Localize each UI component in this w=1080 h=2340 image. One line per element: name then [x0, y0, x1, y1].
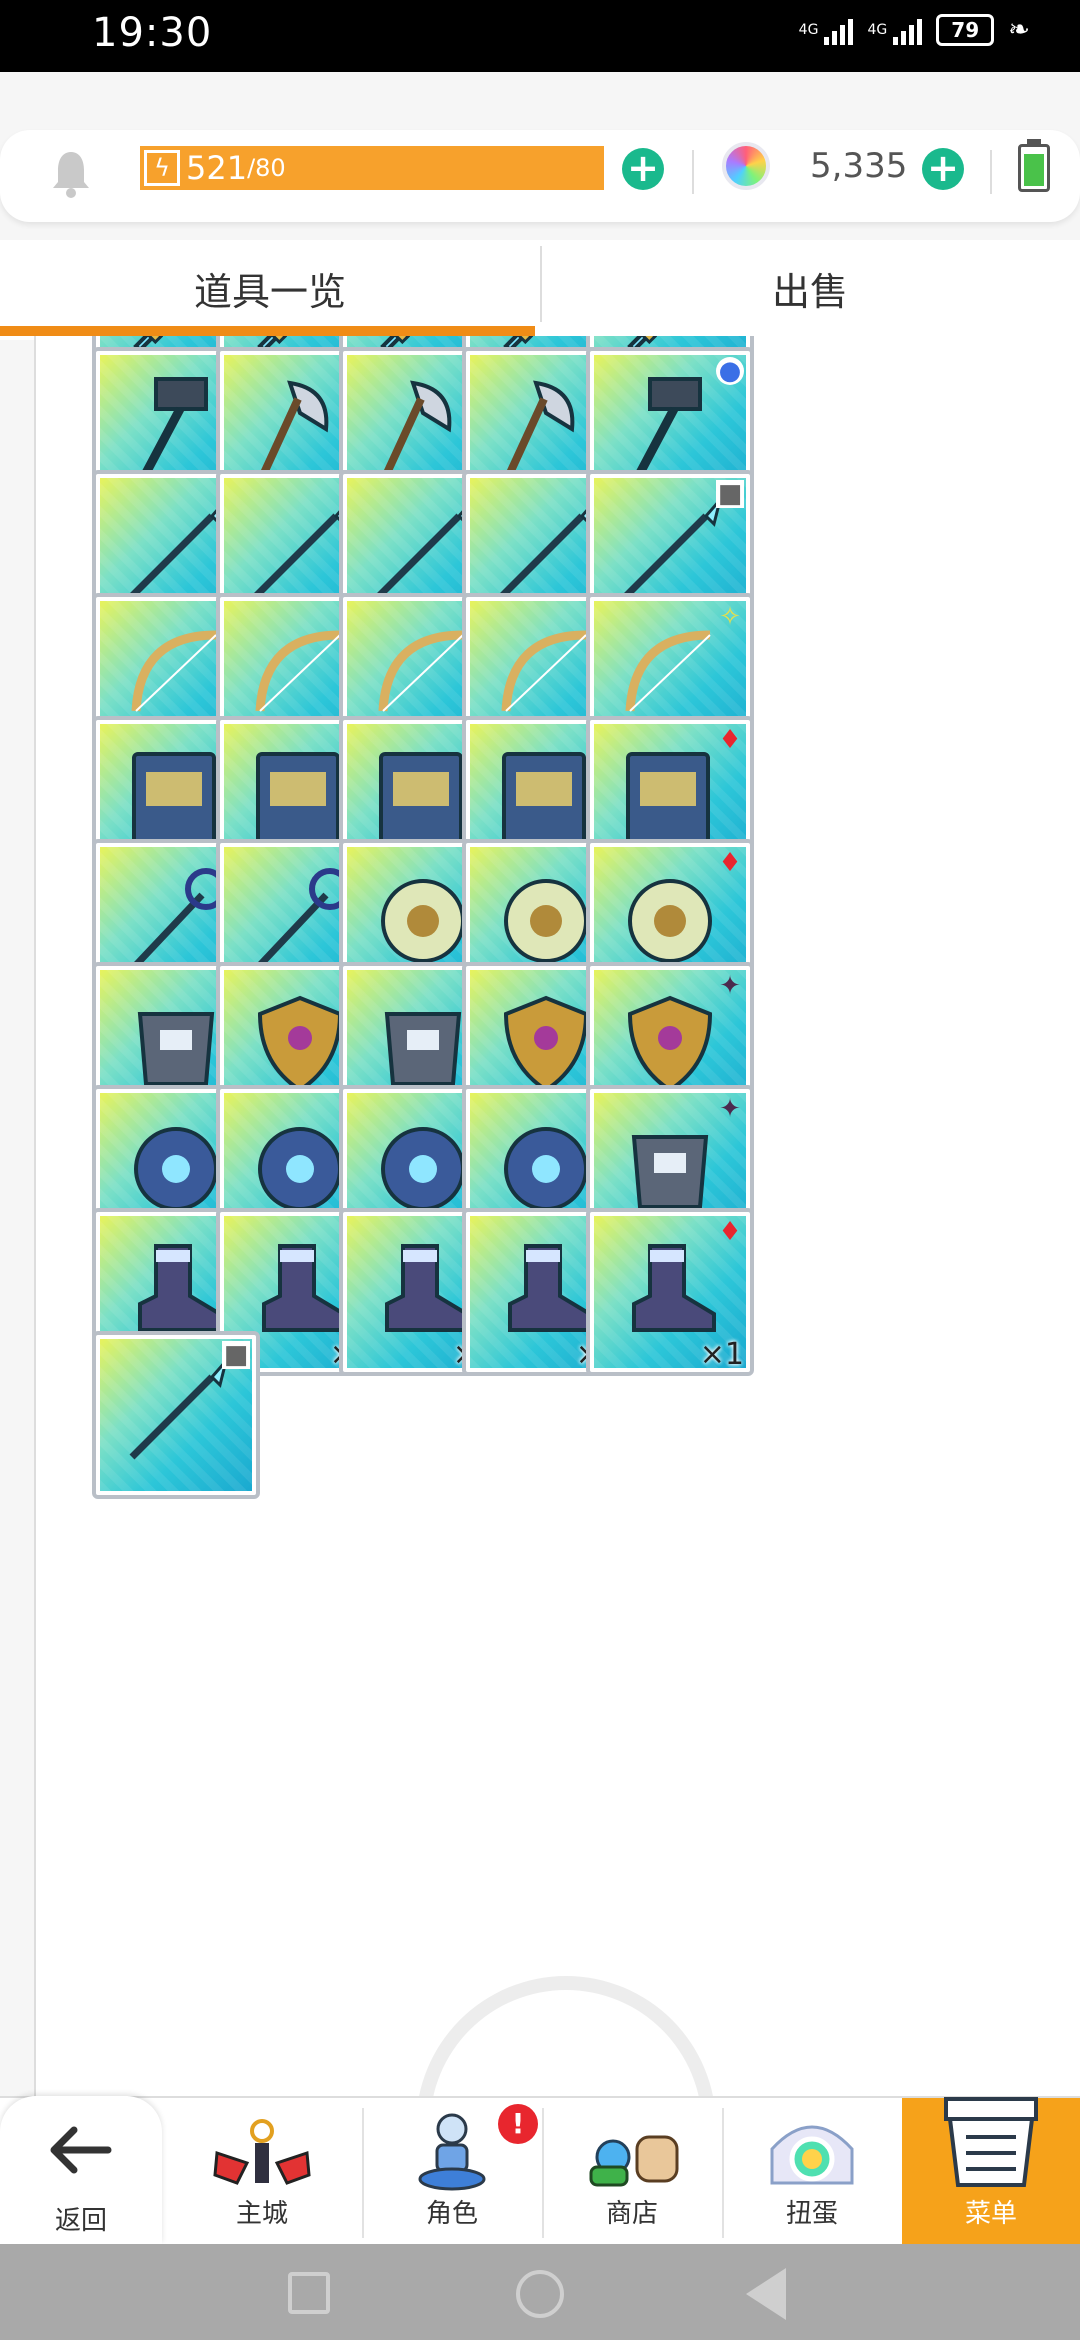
system-nav-bar	[0, 2244, 1080, 2340]
add-stamina-button[interactable]: +	[622, 148, 664, 190]
gem-icon	[722, 142, 770, 190]
nav-shop[interactable]: 商店	[542, 2098, 722, 2246]
rarity-sparkle-icon: ✧	[719, 602, 741, 632]
stamina-current: 521	[186, 149, 248, 187]
item-grid: ×3×4×4×4×4ϟ×2ϟ×4ϟ×4♦×1●×4✦×4●×2ϟ×4●×4■×4…	[34, 336, 1080, 2096]
menu-icon	[944, 2097, 1038, 2187]
tab-bar: 道具一览 出售	[0, 240, 1080, 340]
nav-label: 扭蛋	[785, 2199, 838, 2229]
gacha-icon	[770, 2125, 854, 2185]
bottom-nav: 主城 角色 ! 商店 扭蛋 菜单	[0, 2096, 1080, 2246]
nav-label: 主城	[235, 2199, 288, 2229]
active-tab-indicator	[0, 326, 535, 336]
rarity-square-icon: ■	[222, 1340, 250, 1370]
status-time: 19:30	[92, 10, 213, 56]
tab-sell[interactable]: 出售	[540, 240, 1080, 336]
home-button[interactable]	[516, 2270, 564, 2318]
nav-gacha[interactable]: 扭蛋	[722, 2098, 902, 2246]
rarity-diamond-icon: ♦	[718, 1217, 742, 1247]
signal-label-1: 4G	[798, 22, 819, 38]
battery-icon: 79	[936, 14, 995, 46]
item-slot[interactable]: ■	[92, 1331, 260, 1499]
back-button[interactable]: 返回	[0, 2096, 162, 2244]
notification-badge: !	[498, 2104, 538, 2144]
system-back-button[interactable]	[746, 2268, 786, 2320]
item-slot[interactable]: ♦ ×1	[586, 1208, 754, 1376]
rarity-diamond-icon: ♦	[718, 848, 742, 878]
stamina-bar: ϟ 521 /80	[140, 146, 604, 190]
rarity-star4-icon: ✦	[719, 1094, 741, 1124]
divider	[692, 150, 694, 194]
nav-label: 返回	[54, 2206, 107, 2236]
back-arrow-icon	[50, 2126, 112, 2174]
spear-icon	[129, 1360, 228, 1460]
bell-icon[interactable]	[50, 148, 92, 198]
castle-icon	[213, 2119, 311, 2185]
shop-icon	[589, 2135, 679, 2187]
lightning-icon: ϟ	[144, 150, 180, 186]
background-emblem	[416, 1976, 716, 2096]
signal-icon	[824, 15, 854, 45]
character-icon	[418, 2113, 486, 2191]
rarity-star4-icon: ✦	[719, 971, 741, 1001]
item-count: ×1	[699, 1337, 744, 1372]
battery-level: 79	[951, 18, 980, 42]
rarity-circle-icon: ●	[716, 357, 744, 385]
gem-count: 5,335	[810, 146, 908, 186]
signal-label-2: 4G	[867, 22, 888, 38]
status-icons: 4G 4G 79 ❧	[799, 14, 1030, 46]
nav-label: 菜单	[964, 2199, 1017, 2229]
recents-button[interactable]	[288, 2272, 330, 2314]
rarity-diamond-icon: ♦	[718, 725, 742, 755]
nav-castle[interactable]: 主城	[162, 2098, 362, 2246]
resource-bar: ϟ 521 /80 + 5,335 +	[0, 130, 1080, 222]
stamina-max: /80	[247, 154, 286, 182]
battery-status-icon	[1018, 139, 1050, 192]
status-bar: 19:30 4G 4G 79 ❧	[0, 0, 1080, 72]
boot-icon	[632, 1244, 716, 1332]
tab-item-list[interactable]: 道具一览	[0, 240, 540, 336]
add-gems-button[interactable]: +	[922, 148, 964, 190]
rarity-square-icon: ■	[716, 479, 744, 509]
app-root: 19:30 4G 4G 79 ❧ ϟ 521 /80 + 5,335 + 道具一…	[0, 0, 1080, 2340]
nav-label: 角色	[425, 2199, 478, 2229]
divider	[990, 150, 992, 194]
signal-icon-2	[893, 15, 923, 45]
leaf-icon: ❧	[1008, 15, 1030, 45]
nav-menu[interactable]: 菜单	[902, 2097, 1080, 2246]
nav-label: 商店	[605, 2199, 658, 2229]
